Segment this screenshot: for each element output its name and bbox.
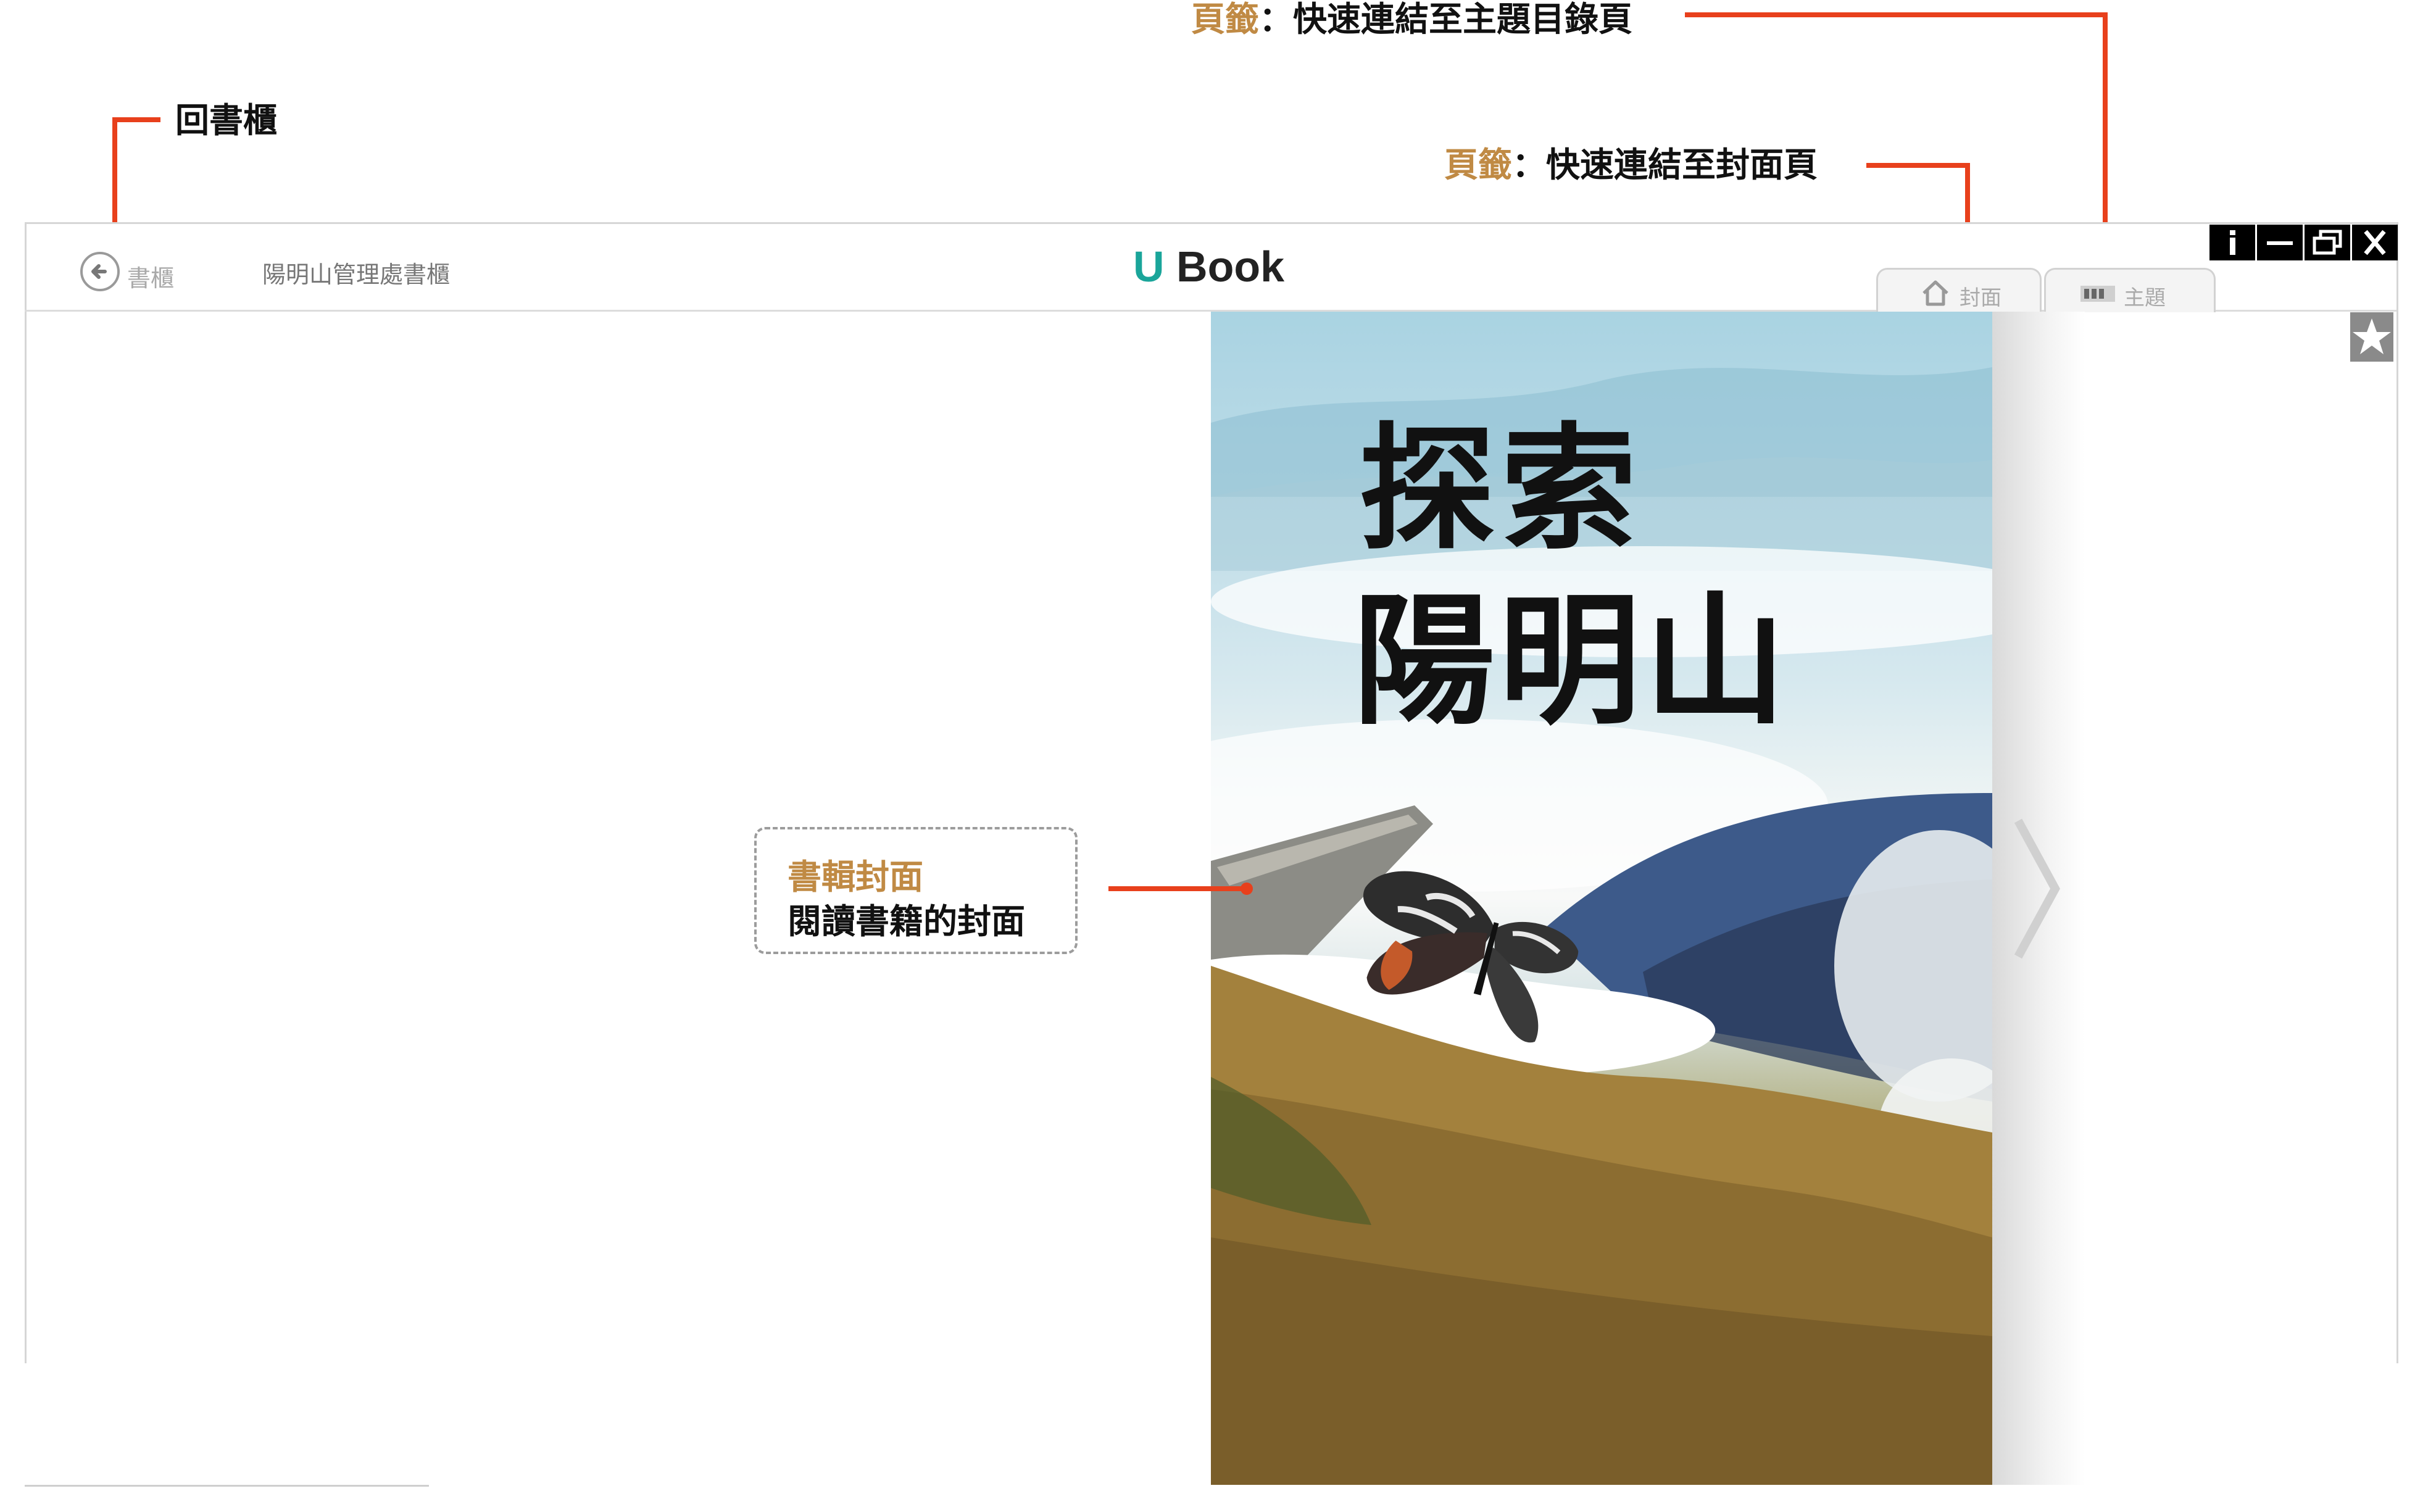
annotation-bookmark-topics-text: ：快速連結至主題目錄頁: [1259, 0, 1633, 39]
close-icon: [2364, 230, 2386, 255]
restore-button[interactable]: [2305, 225, 2350, 260]
tab-cover[interactable]: 封面: [1876, 268, 2042, 312]
annotation-leader-line: [1108, 886, 1247, 891]
bottom-edge: [25, 1485, 429, 1487]
arrow-left-icon: [91, 264, 107, 279]
next-page-arrow-icon[interactable]: [2006, 815, 2068, 963]
home-icon: [1922, 280, 1948, 306]
back-label[interactable]: 書櫃: [127, 259, 174, 293]
annotation-bookmark-topics: 頁籤：快速連結至主題目錄頁: [1191, 2, 1632, 36]
annotation-back-to-shelf: 回書櫃: [175, 104, 277, 138]
star-icon: [2353, 318, 2391, 354]
annotation-back-to-shelf-text: 回書櫃: [175, 101, 278, 140]
close-button[interactable]: [2352, 225, 2398, 260]
book-cover[interactable]: 探索 陽明山: [1211, 312, 1992, 1485]
tab-cover-label: 封面: [1960, 286, 2001, 310]
logo-text: Book: [1176, 243, 1285, 291]
annotation-bookmark-topics-highlight: 頁籤: [1191, 0, 1260, 39]
app-logo: U Book: [1133, 242, 1284, 291]
annotation-leader-line: [1685, 12, 2108, 17]
annotation-bookmark-cover-highlight: 頁籤: [1444, 145, 1513, 185]
annotation-leader-dot: [1241, 883, 1253, 895]
minimize-button[interactable]: [2257, 225, 2303, 260]
annotation-bookmark-cover: 頁籤：快速連結至封面頁: [1444, 148, 1818, 182]
logo-u: U: [1133, 243, 1165, 291]
annotation-leader-line: [1866, 163, 1970, 168]
tab-topics-label: 主題: [2124, 286, 2166, 310]
annotation-leader-line: [112, 117, 160, 122]
cover-title-line2: 陽明山: [1353, 578, 1790, 744]
shelf-title: 陽明山管理處書櫃: [262, 261, 451, 288]
tab-topics[interactable]: 主題: [2044, 268, 2216, 312]
cover-callout: 書輯封面 閱讀書籍的封面: [754, 827, 1078, 954]
back-button[interactable]: [80, 252, 120, 291]
restore-icon: [2313, 230, 2342, 255]
star-bookmark-button[interactable]: [2350, 312, 2393, 362]
info-button[interactable]: [2209, 225, 2255, 260]
info-icon: [2230, 230, 2235, 255]
annotation-bookmark-cover-text: ：快速連結至封面頁: [1512, 145, 1818, 185]
cover-callout-text: 閱讀書籍的封面: [788, 902, 1026, 941]
cover-callout-title: 書輯封面: [788, 857, 924, 897]
list-icon: [2080, 286, 2115, 302]
minimize-icon: [2267, 241, 2293, 245]
